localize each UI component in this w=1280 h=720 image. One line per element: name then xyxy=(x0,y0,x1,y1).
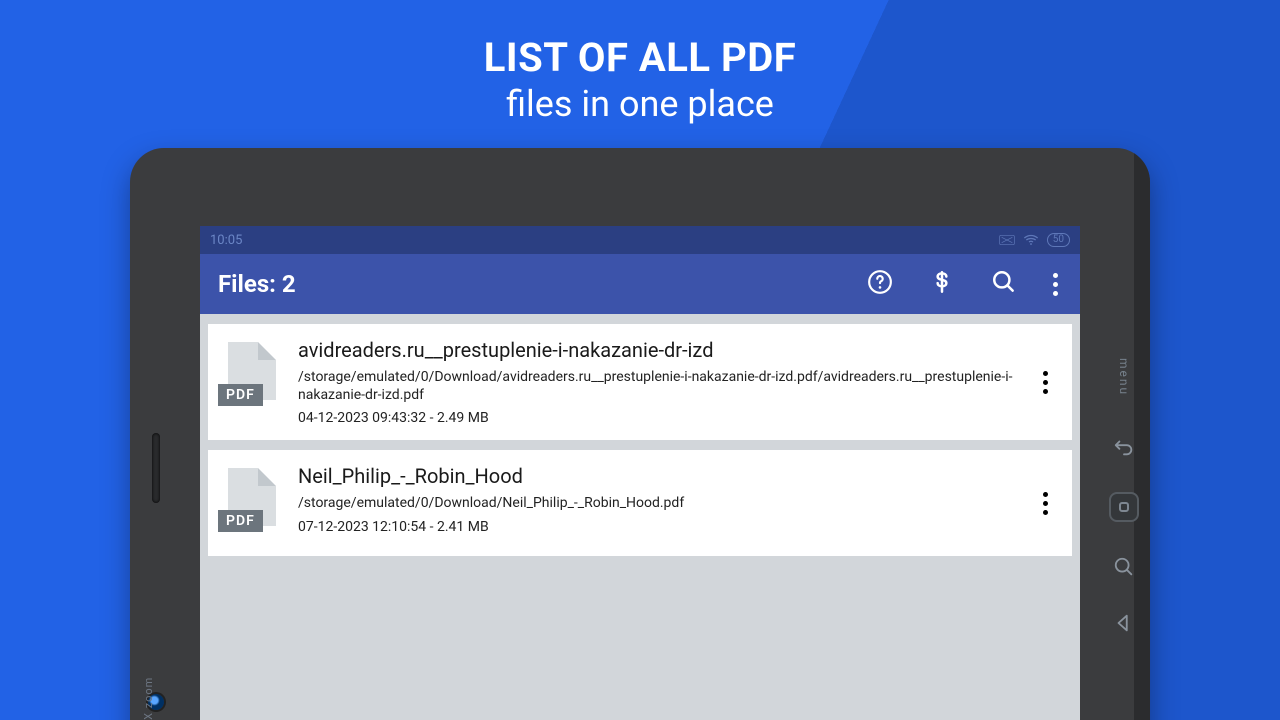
pdf-file-icon: PDF xyxy=(218,468,286,542)
status-nosim-icon xyxy=(999,234,1015,246)
promo-line-1: LIST OF ALL PDF xyxy=(0,34,1280,81)
hw-home-button[interactable] xyxy=(1109,492,1139,522)
file-meta: 04-12-2023 09:43:32 - 2.49 MB xyxy=(298,410,1025,426)
hw-search-icon[interactable] xyxy=(1113,556,1135,578)
dollar-icon xyxy=(929,269,955,295)
help-button[interactable] xyxy=(867,269,893,299)
file-name: avidreaders.ru__prestuplenie-i-nakazanie… xyxy=(298,338,1025,362)
search-button[interactable] xyxy=(991,269,1017,299)
help-icon xyxy=(867,269,893,295)
overflow-button[interactable] xyxy=(1053,273,1058,296)
file-item[interactable]: PDF Neil_Philip_-_Robin_Hood /storage/em… xyxy=(208,450,1072,556)
donate-button[interactable] xyxy=(929,269,955,299)
status-wifi-icon xyxy=(1023,234,1039,246)
hw-menu-label: menu xyxy=(1117,358,1131,396)
file-list: PDF avidreaders.ru__prestuplenie-i-nakaz… xyxy=(200,314,1080,720)
hw-back-icon[interactable] xyxy=(1113,612,1135,634)
status-time: 10:05 xyxy=(210,233,242,248)
file-name: Neil_Philip_-_Robin_Hood xyxy=(298,464,1025,488)
pdf-badge: PDF xyxy=(218,510,263,532)
tablet-camera-label: 3.X zoom xyxy=(142,677,155,720)
pdf-file-icon: PDF xyxy=(218,342,286,416)
tablet-side-buttons: menu xyxy=(1098,358,1150,634)
status-bar: 10:05 50 xyxy=(200,226,1080,254)
status-battery: 50 xyxy=(1047,233,1070,247)
appbar-title: Files: 2 xyxy=(218,270,867,298)
file-item-more-button[interactable] xyxy=(1037,486,1054,521)
promo-line-2: files in one place xyxy=(0,83,1280,125)
hw-return-icon[interactable] xyxy=(1113,436,1135,458)
file-item-more-button[interactable] xyxy=(1037,365,1054,400)
tablet-speaker xyxy=(152,433,160,503)
file-path: /storage/emulated/0/Download/avidreaders… xyxy=(298,368,1025,404)
pdf-badge: PDF xyxy=(218,384,263,406)
search-icon xyxy=(991,269,1017,295)
app-screen: 10:05 50 Files: 2 xyxy=(200,226,1080,720)
promo-headline: LIST OF ALL PDF files in one place xyxy=(0,0,1280,125)
file-item[interactable]: PDF avidreaders.ru__prestuplenie-i-nakaz… xyxy=(208,324,1072,440)
file-meta: 07-12-2023 12:10:54 - 2.41 MB xyxy=(298,519,1025,535)
app-bar: Files: 2 xyxy=(200,254,1080,314)
file-path: /storage/emulated/0/Download/Neil_Philip… xyxy=(298,494,1025,512)
tablet-frame: 3.X zoom menu 10:05 50 Files: 2 xyxy=(130,148,1150,720)
